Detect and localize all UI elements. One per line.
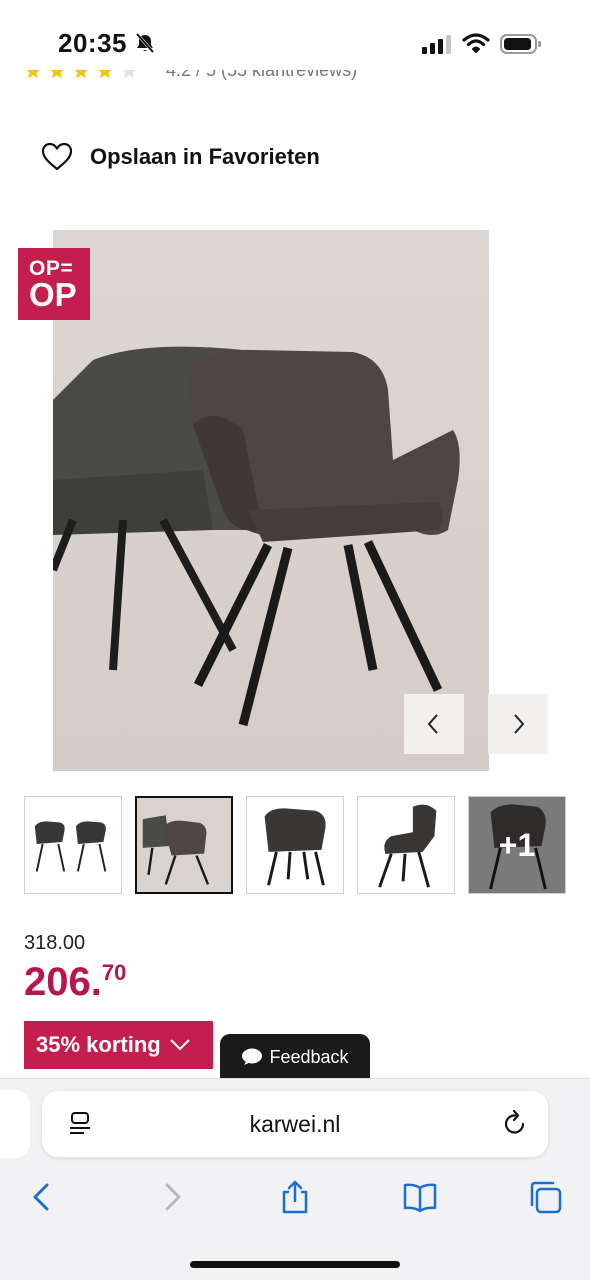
url-text: karwei.nl (249, 1111, 341, 1137)
gallery-prev-button[interactable] (404, 694, 464, 754)
new-price-cents: 70 (101, 960, 127, 985)
badge-line2: OP (29, 275, 77, 313)
new-price-main: 206. (24, 960, 102, 1004)
tabs-icon (530, 1181, 562, 1214)
heart-icon (41, 142, 73, 171)
back-button[interactable] (18, 1172, 68, 1222)
wifi-icon (462, 33, 490, 53)
thumbnail-image (247, 797, 343, 893)
share-icon (282, 1180, 308, 1214)
bookmarks-button[interactable] (395, 1172, 445, 1222)
thumbnail-image (25, 797, 121, 893)
star-icon (51, 70, 63, 78)
star-empty-icon (123, 70, 135, 78)
status-time: 20:35 (58, 28, 127, 58)
home-indicator (190, 1261, 400, 1268)
reload-icon[interactable] (502, 1109, 528, 1137)
status-bar: 20:35 (0, 0, 590, 80)
book-icon (403, 1183, 437, 1213)
feedback-button[interactable]: Feedback (220, 1034, 370, 1080)
star-icon (75, 70, 87, 78)
star-icon (27, 70, 39, 78)
discount-dropdown[interactable]: 35% korting (24, 1021, 213, 1069)
thumbnail-image (358, 797, 454, 893)
chat-bubble-icon (242, 1048, 263, 1065)
new-price: 206. 70 (24, 958, 126, 1006)
thumbnail-1[interactable] (24, 796, 122, 894)
feedback-label: Feedback (269, 1046, 349, 1067)
discount-label: 35% korting (36, 1032, 161, 1057)
rating-row: 4.2 / 5 (55 klantreviews) (24, 70, 584, 94)
thumbnail-image (137, 798, 231, 892)
battery-icon (500, 34, 541, 54)
thumbnail-3[interactable] (246, 796, 344, 894)
browser-nav-row (0, 1172, 590, 1222)
signal-icon (422, 35, 451, 54)
more-images-count: +1 (498, 826, 536, 863)
chevron-down-icon (169, 1039, 190, 1051)
chair-image (53, 230, 489, 771)
star-icon (99, 70, 111, 78)
address-bar[interactable]: karwei.nl (42, 1091, 548, 1157)
favorites-label: Opslaan in Favorieten (90, 144, 320, 169)
chevron-right-icon (514, 714, 525, 734)
op-op-badge: OP= OP (18, 248, 90, 320)
previous-tab-preview[interactable] (0, 1090, 30, 1158)
product-main-image[interactable] (53, 230, 489, 771)
bell-muted-icon (135, 33, 155, 53)
forward-button[interactable] (146, 1172, 196, 1222)
share-button[interactable] (270, 1172, 320, 1222)
thumbnail-strip: +1 (24, 796, 566, 894)
tabs-button[interactable] (520, 1172, 570, 1222)
rating-text: 4.2 / 5 (55 klantreviews) (166, 70, 358, 80)
chevron-left-icon (33, 1183, 49, 1211)
thumbnail-4[interactable] (357, 796, 455, 894)
thumbnail-more[interactable]: +1 (468, 796, 566, 894)
thumbnail-2[interactable] (135, 796, 233, 894)
chevron-left-icon (427, 714, 438, 734)
gallery-next-button[interactable] (488, 694, 548, 754)
old-price: 318.00 (24, 932, 86, 954)
save-favorites-button[interactable]: Opslaan in Favorieten (40, 140, 320, 174)
chevron-right-icon (165, 1183, 181, 1211)
